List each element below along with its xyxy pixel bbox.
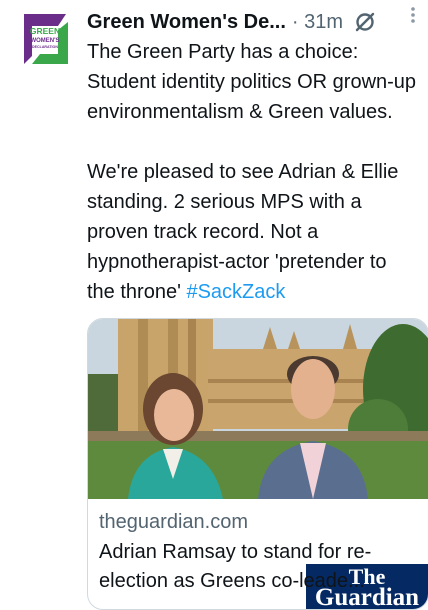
avatar-text-1: GREEN <box>30 26 60 36</box>
avatar-text-2: WOMEN'S <box>30 38 59 44</box>
more-vertical-icon[interactable] <box>402 4 424 26</box>
card-image <box>88 319 428 499</box>
avatar-text-3: DECLARATION <box>32 45 58 49</box>
card-domain: theguardian.com <box>99 511 248 533</box>
tweet-text: The Green Party has a choice: Student id… <box>87 37 417 307</box>
tweet-body: The Green Party has a choice: Student id… <box>87 41 417 303</box>
avatar[interactable]: GREEN WOMEN'S DECLARATION <box>12 8 74 70</box>
tweet-header: Green Women's De... · 31m <box>87 7 420 37</box>
timestamp[interactable]: · 31m <box>292 9 343 35</box>
author-name[interactable]: Green Women's De... <box>87 9 286 35</box>
card-title[interactable]: Adrian Ramsay to stand for re-election a… <box>99 538 419 596</box>
sync-icon <box>355 12 375 32</box>
link-preview-card[interactable]: The Guardian theguardian.com Adrian Rams… <box>87 318 428 610</box>
hashtag-link[interactable]: #SackZack <box>186 281 285 303</box>
